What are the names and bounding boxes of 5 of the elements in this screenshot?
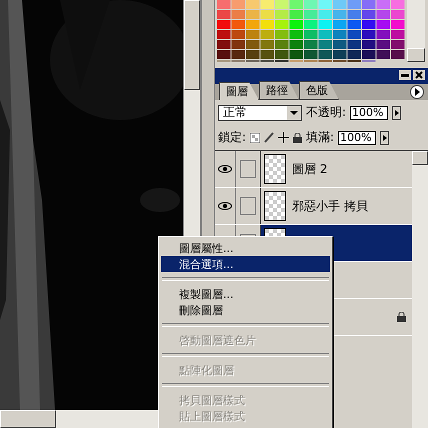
opacity-label: 不透明: xyxy=(306,104,346,121)
layer-name: 邪惡小手 拷貝 xyxy=(292,198,368,214)
fill-label: 填滿: xyxy=(306,129,334,146)
layer-name: 圖層 2 xyxy=(292,160,328,178)
lock-label: 鎖定: xyxy=(218,129,246,146)
